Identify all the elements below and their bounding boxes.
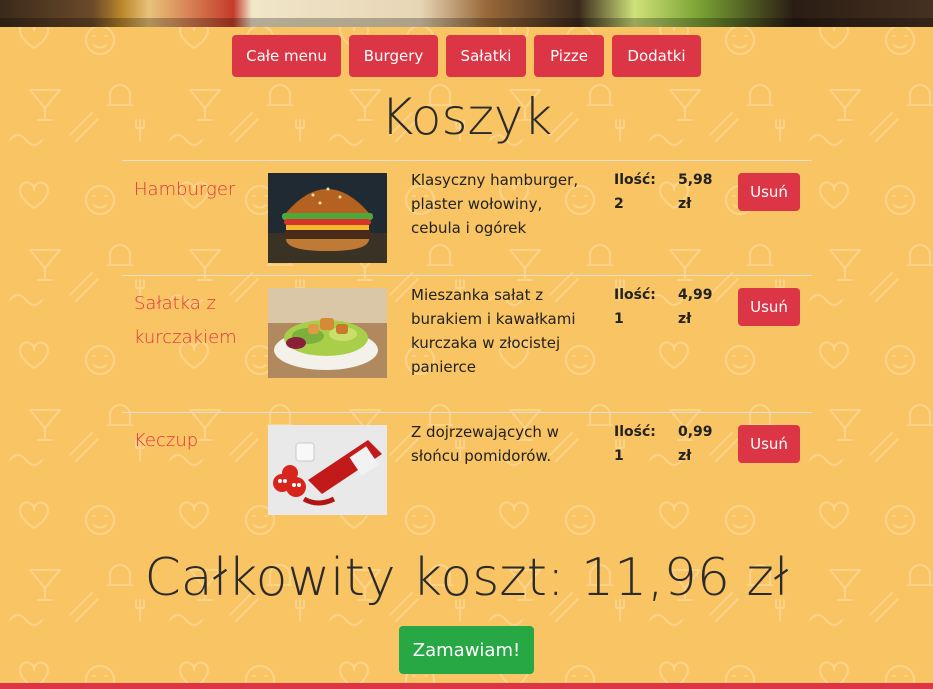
cart-item-description: Z dojrzewających w słońcu pomidorów. [411,423,559,465]
cart-total: Całkowity koszt: 11,96 zł [144,548,789,608]
quantity-label: Ilość: [614,424,656,440]
cart-item-name: Sałatka z kurczakiem [134,293,237,348]
remove-button[interactable]: Usuń [738,288,800,326]
nav-button-pizzas[interactable]: Pizze [534,35,604,77]
nav-button-all-menu[interactable]: Całe menu [232,35,341,77]
quantity-value: 2 [614,196,624,212]
price-currency: zł [678,311,692,327]
quantity-label: Ilość: [614,172,656,188]
cart-item: Keczup Z dojrzewających w słońcu pomidor… [122,417,812,517]
order-button[interactable]: Zamawiam! [399,626,534,674]
price-value: 4,99 [678,287,713,303]
cart-item-quantity: Ilość: 1 [614,283,669,331]
category-nav: Całe menu Burgery Sałatki Pizze Dodatki [0,35,933,77]
cart-item-price: 0,99 zł [678,420,728,468]
row-divider [122,160,812,161]
cart-item-name: Keczup [134,430,199,451]
cart-item-price: 5,98 zł [678,168,728,216]
cart-item-description: Klasyczny hamburger, plaster wołowiny, c… [411,171,579,237]
cart-item-quantity: Ilość: 2 [614,168,669,216]
price-currency: zł [678,196,692,212]
price-value: 0,99 [678,424,713,440]
chicken-salad-image [268,288,387,378]
cart-item: Hamburger Klasyczny hamburger, plaster w… [122,165,812,275]
row-divider [122,412,812,413]
cart-item-name: Hamburger [134,179,236,200]
page-title: Koszyk [380,88,553,146]
hamburger-image [268,173,387,263]
nav-button-salads[interactable]: Sałatki [446,35,526,77]
remove-button[interactable]: Usuń [738,173,800,211]
cart-item: Sałatka z kurczakiem Mieszanka sałat z b… [122,280,812,410]
footer-bar [0,683,933,689]
row-divider [122,275,812,276]
remove-button[interactable]: Usuń [738,425,800,463]
quantity-value: 1 [614,448,624,464]
cart-item-description: Mieszanka sałat z burakiem i kawałkami k… [411,286,576,376]
ketchup-image [268,425,387,515]
cart-item-quantity: Ilość: 1 [614,420,669,468]
nav-button-extras[interactable]: Dodatki [612,35,701,77]
price-currency: zł [678,448,692,464]
nav-button-burgers[interactable]: Burgery [349,35,438,77]
hero-food-image [0,0,933,27]
quantity-value: 1 [614,311,624,327]
cart-item-price: 4,99 zł [678,283,728,331]
price-value: 5,98 [678,172,713,188]
quantity-label: Ilość: [614,287,656,303]
